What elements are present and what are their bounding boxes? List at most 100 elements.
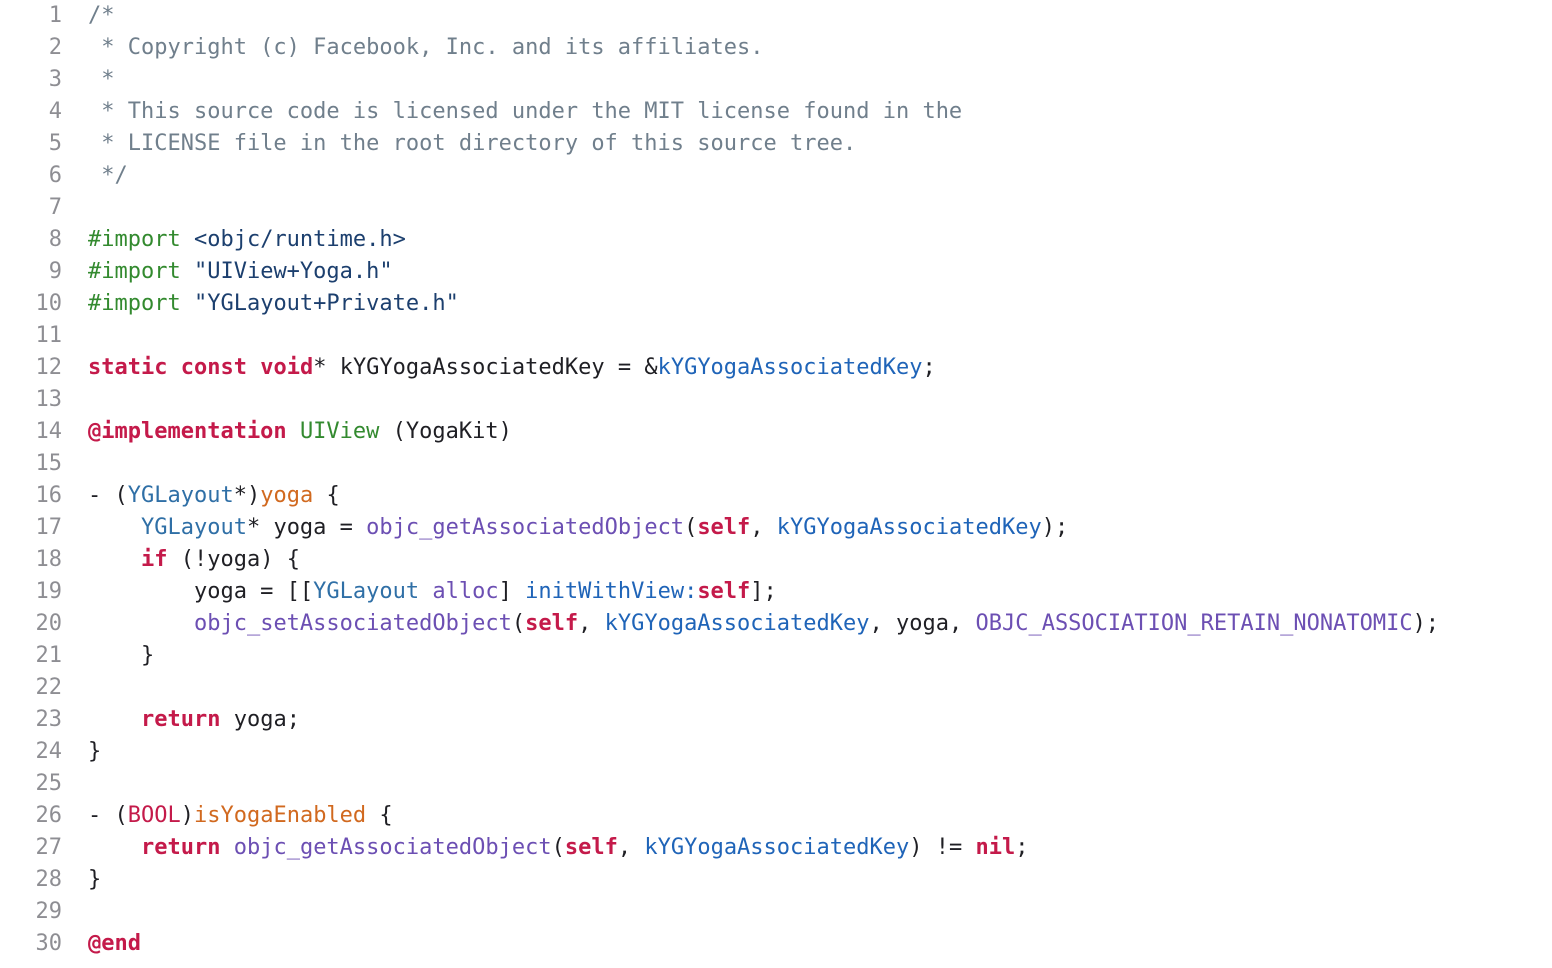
code-text: @implementation UIView (YogaKit): [88, 416, 512, 448]
code-token: return: [140, 707, 221, 732]
code-text: }: [88, 640, 154, 672]
code-editor[interactable]: 1 /* 2 * Copyright (c) Facebook, Inc. and …: [0, 0, 1552, 968]
code-token: * kYGYogaAssociatedKey = &: [313, 355, 658, 380]
code-text: *: [88, 64, 115, 96]
code-token: static: [88, 355, 168, 380]
code-token: - (: [88, 483, 128, 508]
code-token: yoga = [[: [88, 579, 314, 604]
code-text: */: [88, 160, 128, 192]
code-token: self: [697, 579, 751, 604]
code-text: yoga = [[YGLayout alloc] initWithView:se…: [88, 576, 777, 608]
code-token: self: [525, 611, 579, 636]
line-number: 10: [35, 291, 63, 316]
code-line[interactable]: 4 * This source code is licensed under t…: [0, 96, 1552, 128]
line-number: 3: [48, 67, 62, 92]
line-number: 24: [35, 739, 63, 764]
code-line[interactable]: 21 }: [0, 640, 1552, 672]
code-token: YGLayout: [140, 515, 247, 540]
code-line[interactable]: 12 static const void* kYGYogaAssociatedKe…: [0, 352, 1552, 384]
code-token: */: [88, 163, 128, 188]
code-token: *: [88, 67, 115, 92]
code-token: ;: [1015, 835, 1029, 860]
code-token: *): [233, 483, 261, 508]
code-token: const: [180, 355, 247, 380]
code-line[interactable]: 11: [0, 320, 1552, 352]
line-number: 23: [35, 707, 63, 732]
code-line[interactable]: 28}: [0, 864, 1552, 896]
code-text: return objc_getAssociatedObject(self, kY…: [88, 832, 1029, 864]
code-line[interactable]: 30 @end: [0, 928, 1552, 960]
code-text: static const void* kYGYogaAssociatedKey …: [88, 352, 936, 384]
code-text: * This source code is licensed under the…: [88, 96, 962, 128]
code-token: ,: [750, 515, 777, 540]
code-line[interactable]: 27 return objc_getAssociatedObject(self,…: [0, 832, 1552, 864]
code-line[interactable]: 6 */: [0, 160, 1552, 192]
code-token: kYGYogaAssociatedKey: [604, 611, 870, 636]
code-token: /*: [88, 3, 115, 28]
code-token: if: [140, 547, 168, 572]
line-number: 12: [35, 355, 63, 380]
code-line[interactable]: 8 #import <objc/runtime.h>: [0, 224, 1552, 256]
code-line[interactable]: 13: [0, 384, 1552, 416]
code-token: );: [1041, 515, 1069, 540]
code-line[interactable]: 15: [0, 448, 1552, 480]
code-line[interactable]: 1 /*: [0, 0, 1552, 32]
code-token: kYGYogaAssociatedKey: [657, 355, 923, 380]
code-line[interactable]: 25: [0, 768, 1552, 800]
code-line[interactable]: 9 #import "UIView+Yoga.h": [0, 256, 1552, 288]
code-token: , yoga,: [869, 611, 976, 636]
code-token: * This source code is licensed under the…: [88, 99, 963, 124]
line-number: 18: [35, 547, 63, 572]
code-text: return yoga;: [88, 704, 300, 736]
code-line[interactable]: 23 return yoga;: [0, 704, 1552, 736]
code-text: }: [88, 736, 101, 768]
code-line[interactable]: 7: [0, 192, 1552, 224]
line-number: 8: [48, 227, 62, 252]
code-line[interactable]: 20 objc_setAssociatedObject(self, kYGYog…: [0, 608, 1552, 640]
line-number: 13: [35, 387, 63, 412]
code-text: YGLayout* yoga = objc_getAssociatedObjec…: [88, 512, 1068, 544]
code-line[interactable]: 2 * Copyright (c) Facebook, Inc. and its…: [0, 32, 1552, 64]
code-token: (: [684, 515, 698, 540]
code-token: * Copyright (c) Facebook, Inc. and its a…: [88, 35, 764, 60]
code-token: }: [88, 867, 102, 892]
line-number: 21: [35, 643, 63, 668]
line-number: 9: [48, 259, 62, 284]
code-line[interactable]: 3 *: [0, 64, 1552, 96]
code-line[interactable]: 24}: [0, 736, 1552, 768]
code-token: (: [511, 611, 526, 636]
code-token: {: [366, 803, 393, 828]
code-text: * LICENSE file in the root directory of …: [88, 128, 856, 160]
code-line[interactable]: 10 #import "YGLayout+Private.h": [0, 288, 1552, 320]
code-line[interactable]: 26 - (BOOL)isYogaEnabled {: [0, 800, 1552, 832]
code-token: kYGYogaAssociatedKey: [776, 515, 1042, 540]
code-token: YGLayout: [127, 483, 234, 508]
code-line[interactable]: 18 if (!yoga) {: [0, 544, 1552, 576]
code-line[interactable]: 14 @implementation UIView (YogaKit): [0, 416, 1552, 448]
code-line[interactable]: 16 - (YGLayout*)yoga {: [0, 480, 1552, 512]
line-number: 29: [35, 899, 63, 924]
line-number: 6: [48, 163, 62, 188]
code-token: ,: [617, 835, 645, 860]
code-token: nil: [975, 835, 1016, 860]
code-token: void: [260, 355, 314, 380]
code-token: #import: [88, 227, 194, 252]
code-text: * Copyright (c) Facebook, Inc. and its a…: [88, 32, 764, 64]
code-token: "YGLayout+Private.h": [193, 291, 459, 316]
code-token: UIView: [299, 419, 380, 444]
code-line[interactable]: 5 * LICENSE file in the root directory o…: [0, 128, 1552, 160]
code-token: ): [180, 803, 194, 828]
code-token: BOOL: [127, 803, 181, 828]
code-token: objc_setAssociatedObject: [193, 611, 512, 636]
code-line[interactable]: 29: [0, 896, 1552, 928]
code-line[interactable]: 19 yoga = [[YGLayout alloc] initWithView…: [0, 576, 1552, 608]
code-line[interactable]: 17 YGLayout* yoga = objc_getAssociatedOb…: [0, 512, 1552, 544]
line-number: 11: [35, 323, 63, 348]
code-token: ;: [922, 355, 936, 380]
code-line[interactable]: 22: [0, 672, 1552, 704]
code-token: yoga;: [220, 707, 300, 732]
code-token: initWithView:: [525, 579, 698, 604]
